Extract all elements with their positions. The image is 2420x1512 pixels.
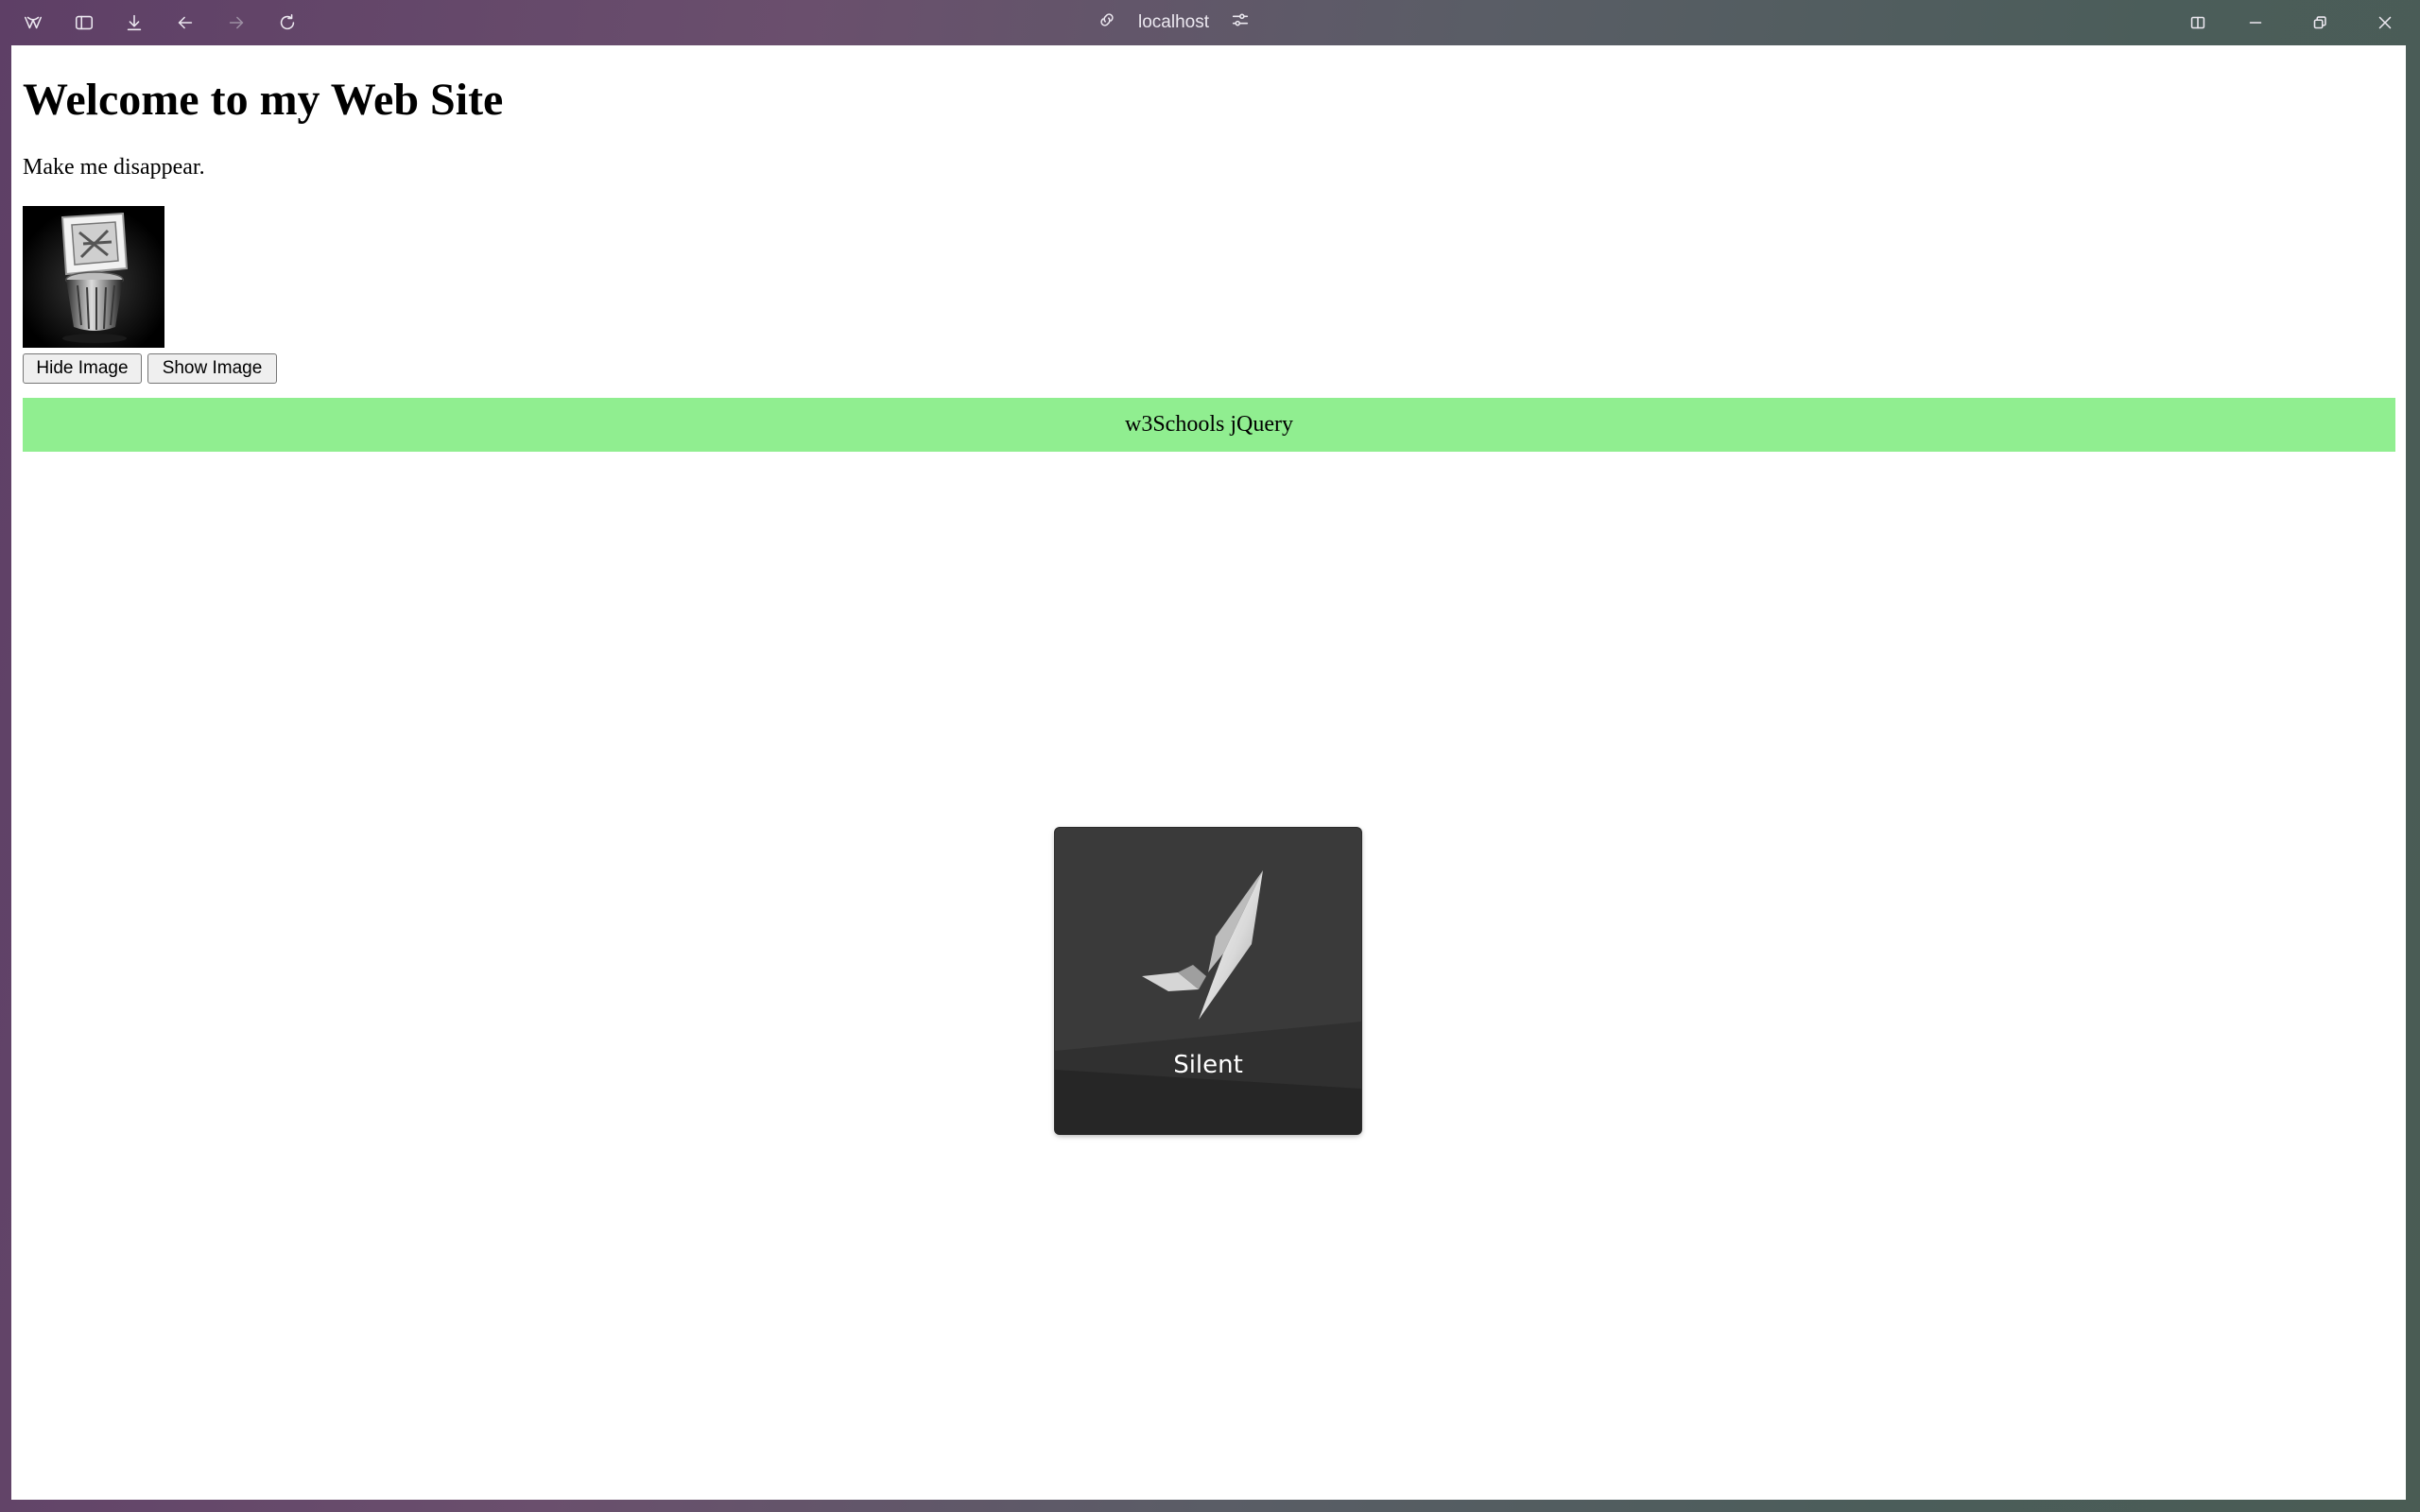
page-heading: Welcome to my Web Site xyxy=(23,75,504,125)
sidebar-icon[interactable] xyxy=(69,8,99,38)
browser-titlebar: localhost xyxy=(0,0,2420,45)
split-view-icon[interactable] xyxy=(2183,8,2213,38)
link-icon[interactable] xyxy=(1097,9,1117,36)
site-settings-icon[interactable] xyxy=(1230,9,1251,36)
reload-icon[interactable] xyxy=(272,8,302,38)
browser-logo-icon[interactable] xyxy=(18,8,48,38)
download-icon[interactable] xyxy=(119,8,149,38)
hide-image-button[interactable]: Hide Image xyxy=(23,353,142,384)
recycle-bin-image xyxy=(23,206,164,348)
close-icon[interactable] xyxy=(2370,8,2400,38)
page-viewport: Welcome to my Web Site Make me disappear… xyxy=(11,45,2406,1500)
back-icon[interactable] xyxy=(170,8,200,38)
feather-icon xyxy=(1142,870,1263,1020)
disappear-paragraph: Make me disappear. xyxy=(23,155,205,180)
silent-mode-tile: Silent xyxy=(1055,828,1361,1134)
address-bar[interactable]: localhost xyxy=(1097,8,1251,38)
forward-icon[interactable] xyxy=(221,8,251,38)
tile-label: Silent xyxy=(1173,1051,1243,1079)
jquery-banner: w3Schools jQuery xyxy=(23,398,2395,452)
show-image-button[interactable]: Show Image xyxy=(147,353,277,384)
address-text[interactable]: localhost xyxy=(1138,12,1209,33)
minimize-icon[interactable] xyxy=(2240,8,2271,38)
restore-icon[interactable] xyxy=(2305,8,2335,38)
